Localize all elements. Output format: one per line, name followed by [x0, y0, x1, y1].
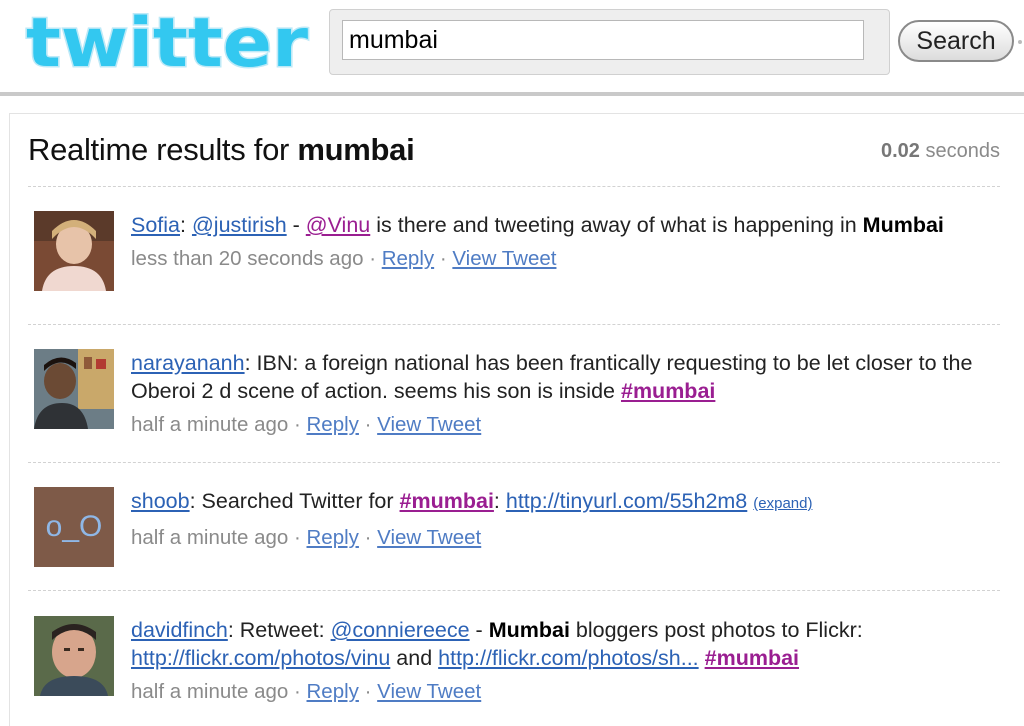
separator-text: - — [286, 213, 306, 237]
tweet-author[interactable]: davidfinch — [131, 618, 228, 642]
search-input[interactable] — [342, 20, 864, 60]
tweet-author[interactable]: shoob — [131, 489, 190, 513]
hashtag-link[interactable]: #mumbai — [705, 646, 799, 670]
heading-prefix: Realtime results for — [28, 132, 298, 167]
tweet-body: Sofia: @justirish - @Vinu is there and t… — [131, 211, 1011, 273]
avatar[interactable] — [34, 616, 114, 696]
tweet-author[interactable]: Sofia — [131, 213, 180, 237]
tweet-time: less than 20 seconds ago — [131, 247, 364, 270]
results-heading: Realtime results for mumbai — [28, 132, 415, 168]
tweet-text: Retweet: — [239, 618, 331, 642]
top-bar: twitter Search — [0, 0, 1024, 96]
view-tweet-link[interactable]: View Tweet — [377, 413, 481, 436]
results-timing: 0.02 seconds — [881, 140, 1000, 163]
logo-text: twitter — [26, 4, 308, 78]
view-tweet-link[interactable]: View Tweet — [452, 247, 556, 270]
reply-link[interactable]: Reply — [307, 413, 359, 436]
divider — [28, 462, 1000, 463]
tweet-meta: half a minute ago · Reply · View Tweet — [131, 680, 482, 703]
divider — [28, 186, 1000, 187]
expand-link[interactable]: (expand) — [753, 495, 812, 512]
tweet-text: Searched Twitter for — [201, 489, 400, 513]
heading-query: mumbai — [297, 132, 415, 167]
tweet-meta: less than 20 seconds ago · Reply · View … — [131, 247, 557, 270]
edge-marker — [1018, 40, 1022, 44]
divider — [28, 324, 1000, 325]
mention-link[interactable]: @conniereece — [331, 618, 470, 642]
timing-value: 0.02 — [881, 140, 920, 162]
tweet-meta: half a minute ago · Reply · View Tweet — [131, 526, 482, 549]
reply-link[interactable]: Reply — [307, 680, 359, 703]
view-tweet-link[interactable]: View Tweet — [377, 526, 481, 549]
avatar[interactable] — [34, 211, 114, 291]
tweet-time: half a minute ago — [131, 526, 289, 549]
tweet-body: shoob: Searched Twitter for #mumbai: htt… — [131, 487, 1011, 552]
tweet-text: IBN: a foreign national has been frantic… — [131, 351, 973, 403]
tweet-body: narayananh: IBN: a foreign national has … — [131, 349, 1011, 439]
tweet-time: half a minute ago — [131, 680, 289, 703]
hashtag-link[interactable]: #mumbai — [400, 489, 494, 513]
tweet-text: is there and tweeting away of what is ha… — [370, 213, 863, 237]
results-panel: Realtime results for mumbai 0.02 seconds… — [9, 113, 1024, 726]
mention-link[interactable]: @Vinu — [306, 213, 370, 237]
separator-text: : — [493, 489, 506, 513]
hashtag-link[interactable]: #mumbai — [621, 379, 715, 403]
tweet-text: and — [390, 646, 439, 670]
tweet-body: davidfinch: Retweet: @conniereece - Mumb… — [131, 616, 1011, 706]
timing-unit: seconds — [919, 140, 1000, 162]
view-tweet-link[interactable]: View Tweet — [377, 680, 481, 703]
tweet-meta: half a minute ago · Reply · View Tweet — [131, 413, 482, 436]
reply-link[interactable]: Reply — [382, 247, 434, 270]
avatar[interactable] — [34, 349, 114, 429]
avatar[interactable]: o_O — [34, 487, 114, 567]
reply-link[interactable]: Reply — [307, 526, 359, 549]
separator-text: - — [469, 618, 489, 642]
url-link[interactable]: http://flickr.com/photos/sh... — [438, 646, 699, 670]
highlight-term: Mumbai — [862, 213, 944, 237]
url-link[interactable]: http://flickr.com/photos/vinu — [131, 646, 390, 670]
tweet-time: half a minute ago — [131, 413, 289, 436]
search-button[interactable]: Search — [898, 20, 1014, 62]
avatar-text: o_O — [45, 510, 103, 543]
mention-link[interactable]: @justirish — [192, 213, 287, 237]
url-link[interactable]: http://tinyurl.com/55h2m8 — [506, 489, 747, 513]
tweet-author[interactable]: narayananh — [131, 351, 245, 375]
divider — [28, 590, 1000, 591]
twitter-logo[interactable]: twitter — [22, 2, 312, 79]
search-box — [329, 9, 890, 75]
highlight-term: Mumbai — [488, 618, 570, 642]
tweet-text: bloggers post photos to Flickr: — [569, 618, 863, 642]
